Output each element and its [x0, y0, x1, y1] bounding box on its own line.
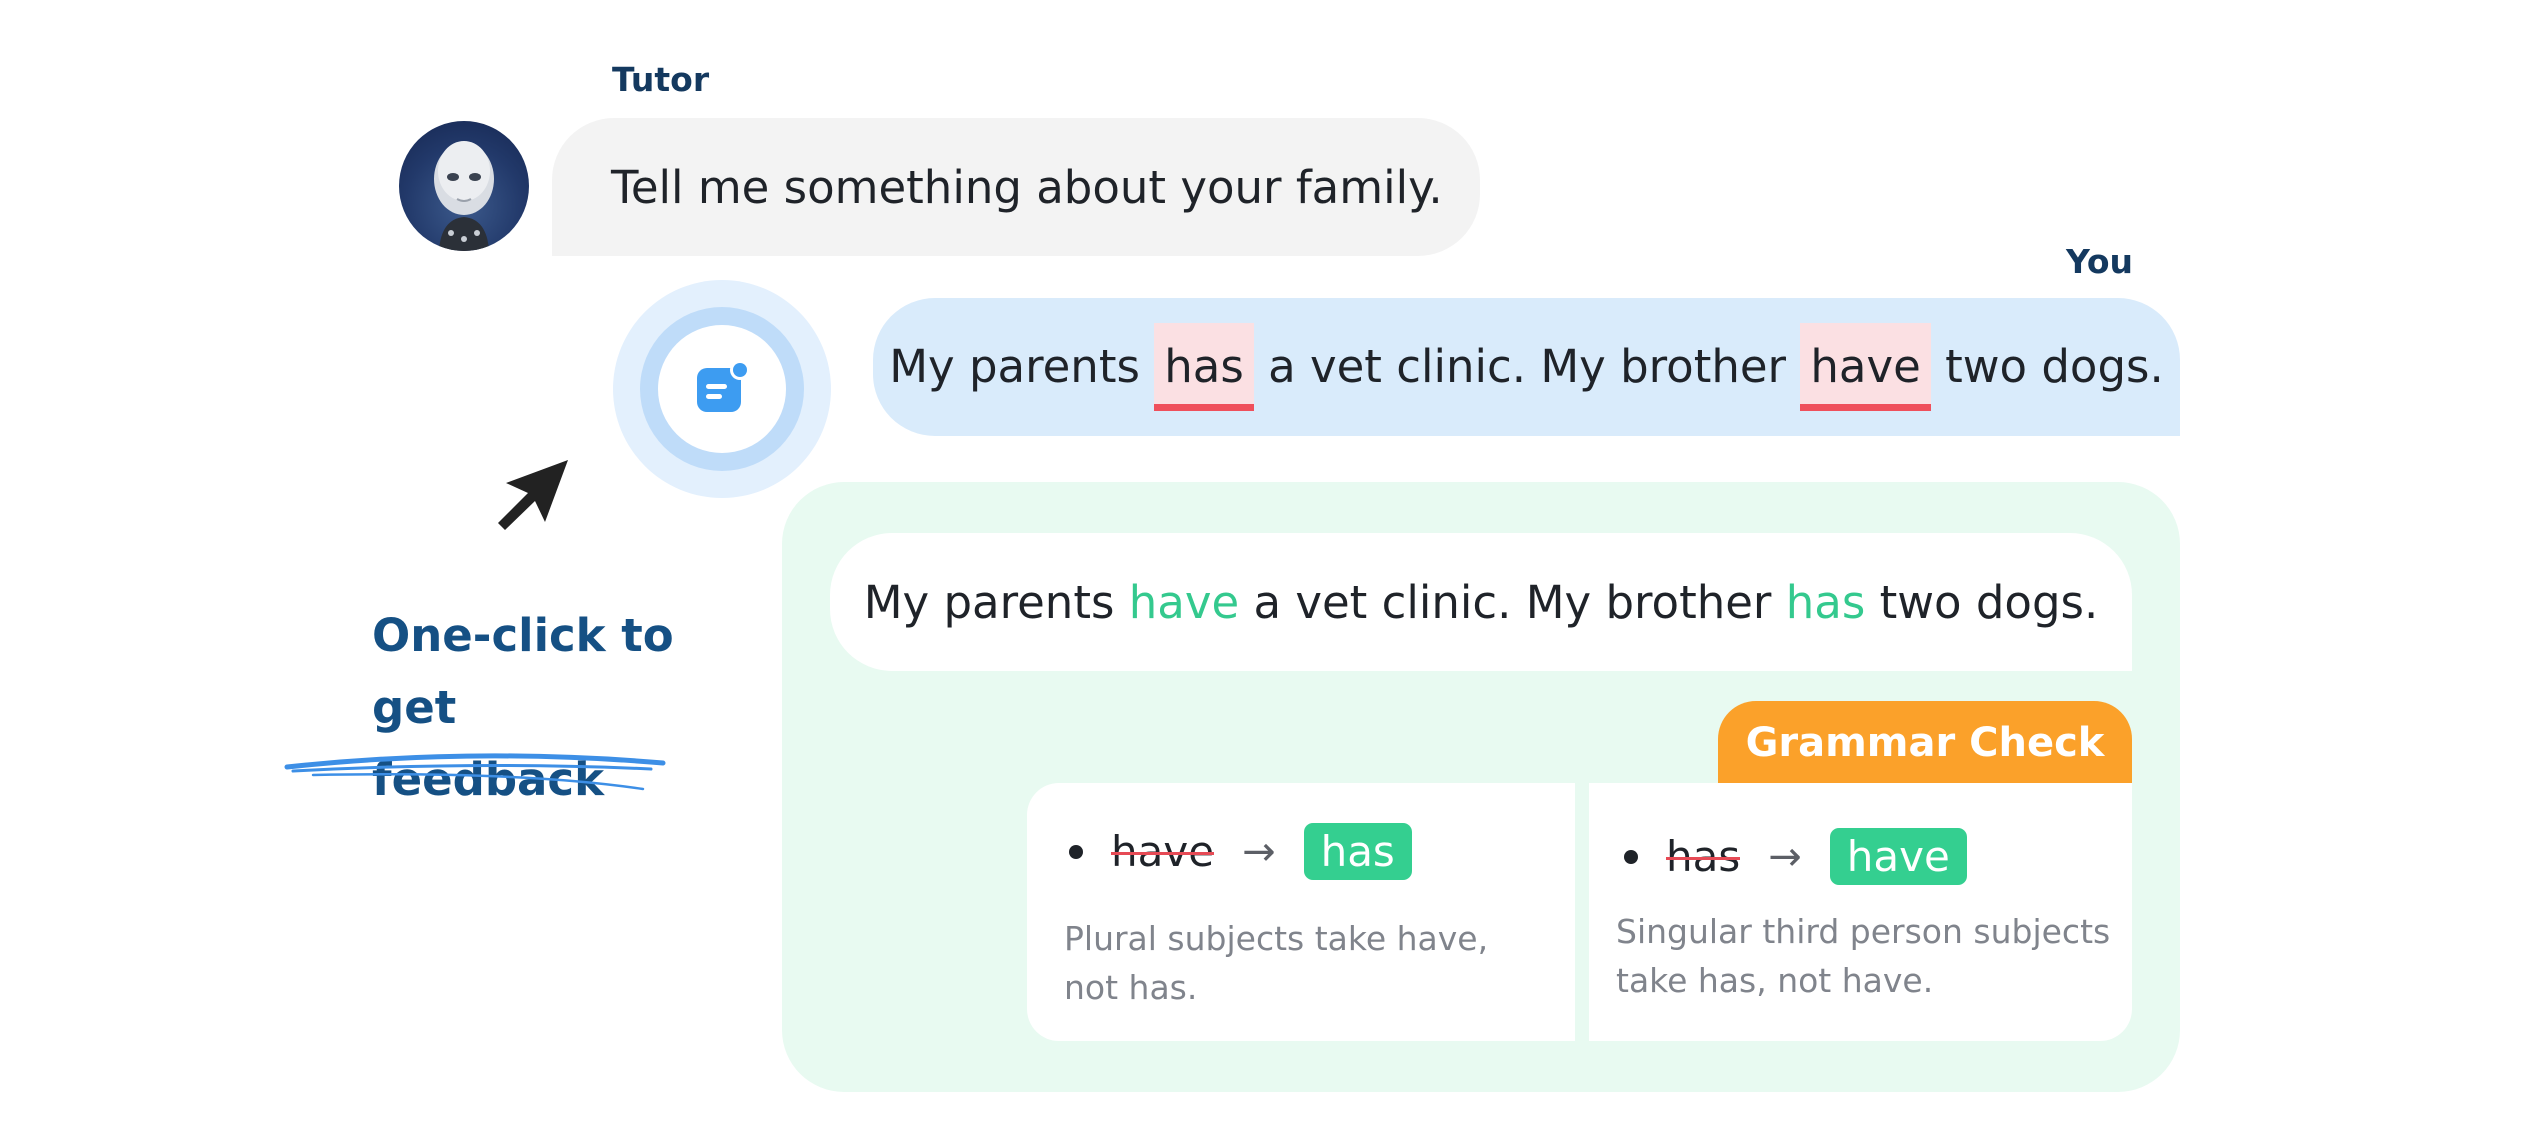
tutor-label: Tutor: [612, 60, 710, 99]
grammar-rule-card: has → have Singular third person subject…: [1589, 783, 2132, 1041]
rule-explanation: Singular third person subjects take has,…: [1616, 912, 2111, 1000]
feedback-button[interactable]: [658, 325, 786, 453]
right-word-chip: have: [1829, 828, 1967, 885]
rule-explanation: Plural subjects take have, not has.: [1064, 919, 1489, 1007]
tutor-message-text: Tell me something about your family.: [611, 160, 1443, 214]
corrected-text-segment: a vet clinic. My brother: [1239, 575, 1786, 629]
underline-swoosh: [284, 753, 666, 791]
wrong-word: have: [1111, 827, 1215, 876]
robot-face-icon: [434, 141, 494, 251]
callout-line-1: One-click to: [372, 609, 674, 662]
user-text-segment: two dogs.: [1930, 340, 2164, 393]
feedback-chat-icon: [697, 360, 750, 412]
corrected-text-segment: two dogs.: [1865, 575, 2099, 629]
corrected-sentence-bubble: My parents have a vet clinic. My brother…: [830, 533, 2132, 671]
user-text-segment: a vet clinic. My brother: [1253, 340, 1801, 393]
user-label: You: [2066, 242, 2134, 281]
tutor-avatar: [399, 121, 529, 251]
user-message-bubble: My parents has a vet clinic. My brother …: [873, 298, 2180, 436]
rule-correction: have → has: [1069, 823, 1412, 880]
correction-highlight: has: [1785, 575, 1866, 629]
tutor-message-bubble: Tell me something about your family.: [552, 118, 1480, 256]
correction-highlight: have: [1128, 575, 1240, 629]
error-highlight[interactable]: has: [1154, 323, 1254, 411]
bullet-icon: [1624, 849, 1638, 864]
cursor-arrow-icon: [494, 452, 574, 534]
arrow-right-icon: →: [1768, 833, 1802, 880]
corrected-sentence-text: My parents have a vet clinic. My brother…: [864, 576, 2099, 629]
bullet-icon: [1069, 844, 1083, 859]
corrected-text-segment: My parents: [863, 575, 1129, 629]
wrong-word: has: [1666, 832, 1741, 881]
arrow-right-icon: →: [1242, 828, 1276, 875]
error-highlight[interactable]: have: [1800, 323, 1931, 411]
rule-correction: has → have: [1624, 828, 1967, 885]
user-text-segment: My parents: [889, 340, 1155, 393]
right-word-chip: has: [1303, 823, 1412, 880]
user-message-text: My parents has a vet clinic. My brother …: [889, 323, 2164, 411]
grammar-check-tab[interactable]: Grammar Check: [1718, 701, 2132, 785]
grammar-rule-card: have → has Plural subjects take have, no…: [1027, 783, 1575, 1041]
